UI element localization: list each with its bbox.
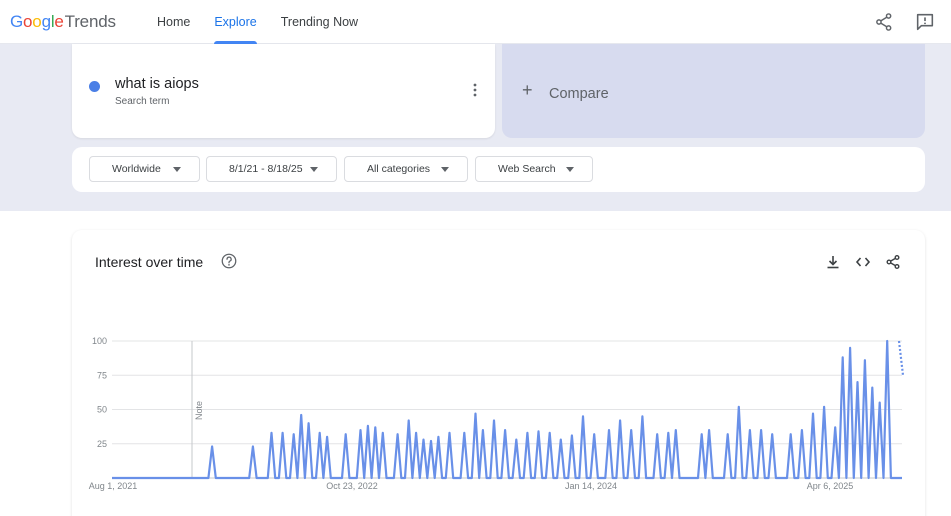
y-tick-label: 100 (92, 336, 107, 346)
y-tick-label: 75 (97, 370, 107, 380)
y-tick-label: 25 (97, 439, 107, 449)
x-tick-label: Aug 1, 2021 (89, 481, 138, 491)
x-tick-label: Jan 14, 2024 (565, 481, 617, 491)
interest-chart: 100 75 50 25 Note Aug 1, 2021 Oct 23, 2022 Jan … (89, 336, 905, 491)
x-tick-label: Oct 23, 2022 (326, 481, 378, 491)
partial-data-line (897, 340, 905, 376)
y-tick-label: 50 (97, 405, 107, 415)
x-tick-label: Apr 6, 2025 (807, 481, 854, 491)
note-annotation: Note (194, 401, 204, 420)
